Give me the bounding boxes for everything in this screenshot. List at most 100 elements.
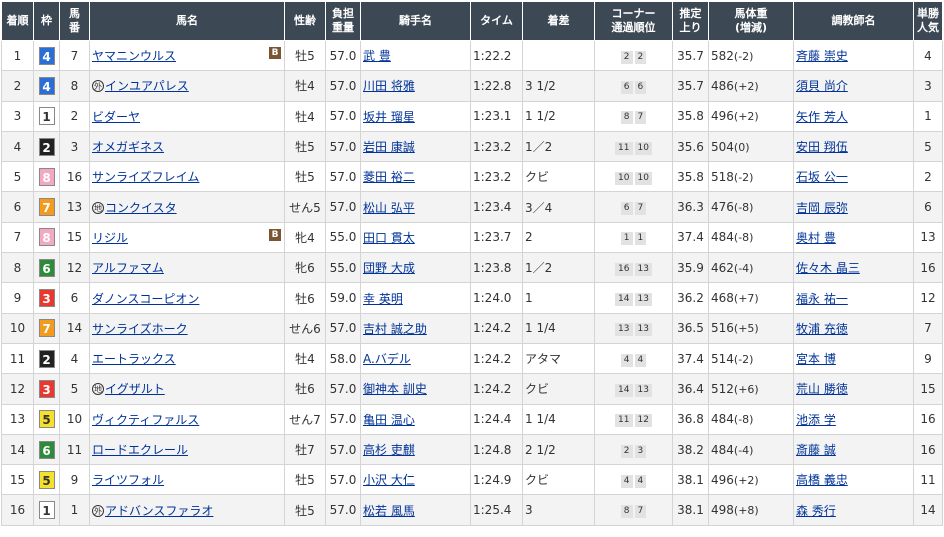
horse-name-link[interactable]: インユアパレス	[105, 79, 189, 93]
waku-badge: 7	[38, 198, 55, 217]
corner-position: 2	[620, 50, 633, 64]
jockey-link[interactable]: 坂井 瑠星	[363, 110, 415, 124]
jockey-link[interactable]: 亀田 温心	[363, 413, 415, 427]
last3f-cell: 38.1	[672, 494, 709, 526]
trainer-link[interactable]: 荒山 勝徳	[796, 382, 848, 396]
jockey-link[interactable]: 高杉 吏麒	[363, 443, 415, 457]
umaban-cell: 1	[59, 494, 90, 526]
table-row: 3 1 2 ビダーヤ 牡4 57.0 坂井 瑠星 1:23.1 1 1/2 8 7 35.8 496(+…	[1, 100, 943, 132]
table-row: 14 6 11 ロードエクレール 牡7 57.0 高杉 吏麒 1:24.8 2 1/2 2 3 38.…	[1, 433, 943, 466]
rank-cell: 7	[1, 221, 34, 254]
body-weight-diff: (+2)	[733, 110, 759, 124]
margin-cell: 3	[522, 494, 595, 526]
umaban-cell: 6	[59, 282, 90, 314]
jockey-link[interactable]: 岩田 康誠	[363, 140, 415, 154]
waku-badge: 1	[38, 501, 55, 520]
horse-name-link[interactable]: リジル	[92, 231, 128, 245]
horse-name-link[interactable]: ダノンスコーピオン	[92, 292, 199, 306]
waku-badge: 7	[38, 319, 55, 338]
trainer-link[interactable]: 宮本 博	[796, 352, 836, 366]
corner-cell: 14 13	[594, 373, 673, 405]
horse-name-link[interactable]: ビダーヤ	[92, 110, 140, 124]
jockey-cell: 幸 英明	[360, 282, 471, 314]
trainer-link[interactable]: 森 秀行	[796, 504, 836, 518]
margin-cell: 1 1/4	[522, 312, 595, 344]
trainer-link[interactable]: 奥村 豊	[796, 231, 836, 245]
trainer-link[interactable]: 福永 祐一	[796, 292, 848, 306]
trainer-link[interactable]: 須貝 尚介	[796, 79, 848, 93]
horse-name-link[interactable]: オメガギネス	[92, 140, 164, 154]
corner-position: 7	[634, 505, 647, 519]
jockey-link[interactable]: 御神本 訓史	[363, 382, 427, 396]
trainer-link[interactable]: 池添 学	[796, 413, 836, 427]
jockey-link[interactable]: 武 豊	[363, 49, 391, 63]
trainer-link[interactable]: 高橋 義忠	[796, 473, 848, 487]
jockey-link[interactable]: 松若 風馬	[363, 504, 415, 518]
rank-cell: 12	[1, 373, 34, 405]
corner-cell: 44	[594, 464, 673, 496]
horse-name-link[interactable]: アルファマム	[92, 261, 164, 275]
table-row: 16 1 1 外アドバンスファラオ 牡5 57.0 松若 風馬 1:25.4 3 8 7 38.1 49…	[1, 494, 943, 526]
waku-badge: 8	[38, 167, 55, 186]
umaban-cell: 5	[59, 373, 90, 405]
horse-name-link[interactable]: ライツフォル	[92, 473, 164, 487]
last3f-cell: 37.4	[672, 221, 709, 254]
margin-cell: 1／2	[522, 252, 595, 284]
horse-name-link[interactable]: サンライズホーク	[92, 322, 188, 336]
horse-name-link[interactable]: ヴィクティファルス	[92, 413, 199, 427]
corner-cell: 13 13	[594, 312, 673, 344]
last3f-cell: 35.7	[672, 70, 709, 102]
jockey-link[interactable]: 吉村 誠之助	[363, 322, 427, 336]
trainer-cell: 池添 学	[793, 403, 914, 435]
corner-position: 1	[634, 232, 647, 246]
trainer-link[interactable]: 吉岡 辰弥	[796, 201, 848, 215]
weight-cell: 57.0	[325, 494, 361, 526]
jockey-link[interactable]: 団野 大成	[363, 261, 415, 275]
jockey-link[interactable]: 松山 弘平	[363, 201, 415, 215]
body-weight-diff: (+6)	[733, 382, 759, 396]
jockey-link[interactable]: 小沢 大仁	[363, 473, 415, 487]
trainer-link[interactable]: 安田 翔伍	[796, 140, 848, 154]
header-row: 着順 枠 馬番 馬名 性齢 負担 重量 騎手名 タイム 着差 コーナー 通過順位 推…	[1, 1, 943, 41]
rank-cell: 6	[1, 191, 34, 223]
trainer-cell: 斎藤 誠	[793, 433, 914, 466]
horse-name-link[interactable]: エートラックス	[92, 352, 176, 366]
trainer-link[interactable]: 斎藤 誠	[796, 443, 836, 457]
sex-age-cell: 牡5	[284, 130, 326, 163]
jockey-link[interactable]: 幸 英明	[363, 292, 403, 306]
corner-position: 4	[634, 353, 647, 367]
trainer-link[interactable]: 斉藤 崇史	[796, 49, 848, 63]
jockey-cell: 小沢 大仁	[360, 464, 471, 496]
jockey-link[interactable]: 菱田 裕二	[363, 170, 415, 184]
popularity-cell: 9	[913, 342, 943, 375]
trainer-link[interactable]: 牧浦 充徳	[796, 322, 848, 336]
body-weight-cell: 462(-4)	[708, 252, 794, 284]
corner-cell: 11 10	[594, 130, 673, 163]
last3f-cell: 38.2	[672, 433, 709, 466]
weight-cell: 57.0	[325, 464, 361, 496]
horse-name-link[interactable]: アドバンスファラオ	[105, 504, 213, 518]
horse-name-link[interactable]: ロードエクレール	[92, 443, 188, 457]
trainer-link[interactable]: 矢作 芳人	[796, 110, 848, 124]
waku-badge: 5	[38, 410, 55, 429]
jockey-cell: 亀田 温心	[360, 403, 471, 435]
jockey-link[interactable]: 田口 貫太	[363, 231, 415, 245]
jockey-link[interactable]: A.バデル	[363, 352, 411, 366]
body-weight-cell: 512(+6)	[708, 373, 794, 405]
rank-cell: 4	[1, 130, 34, 163]
last3f-cell: 36.4	[672, 373, 709, 405]
margin-cell: 3／4	[522, 191, 595, 223]
header-umaban: 馬番	[59, 1, 90, 41]
last3f-cell: 36.2	[672, 282, 709, 314]
horse-name-link[interactable]: ヤマニンウルス	[92, 49, 176, 63]
horse-name-link[interactable]: イグザルト	[105, 382, 165, 396]
margin-cell: 1	[522, 282, 595, 314]
table-row: 8 6 12 アルファマム 牝6 55.0 団野 大成 1:23.8 1／2 16 13 35.9 46…	[1, 252, 943, 284]
horse-cell: リジル B	[89, 221, 285, 254]
trainer-link[interactable]: 石坂 公一	[796, 170, 848, 184]
horse-name-link[interactable]: サンライズフレイム	[92, 170, 199, 184]
jockey-link[interactable]: 川田 将雅	[363, 79, 415, 93]
horse-name-link[interactable]: コンクイスタ	[105, 201, 177, 215]
trainer-link[interactable]: 佐々木 晶三	[796, 261, 860, 275]
sex-age-cell: 牝4	[284, 221, 326, 254]
